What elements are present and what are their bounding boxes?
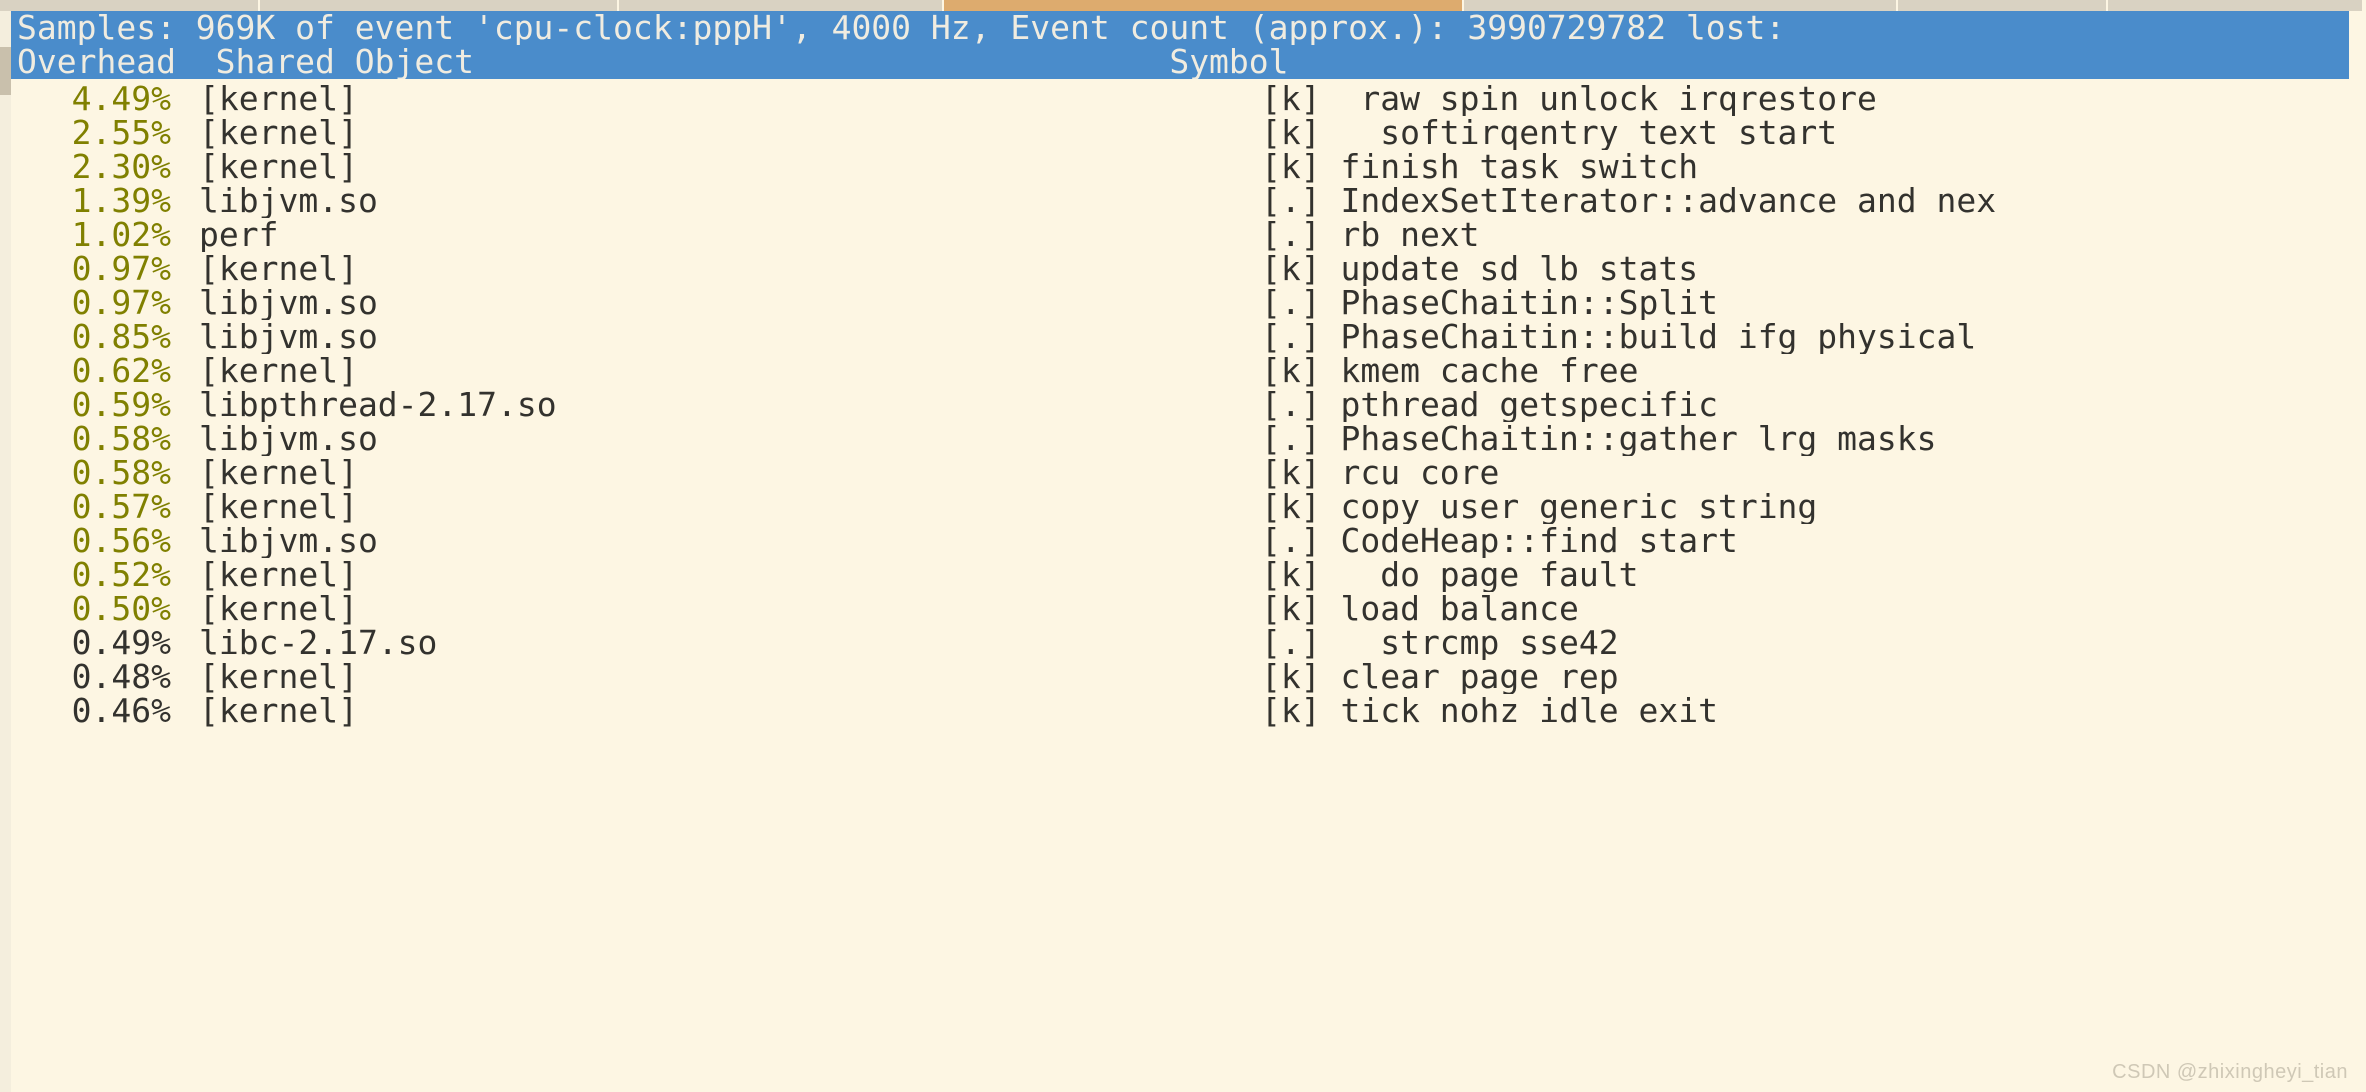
symbol-cell: [k] copy_user_generic_string — [1261, 490, 1818, 524]
symbol-cell: [k] kmem_cache_free — [1261, 354, 1639, 388]
symbol-cell: [.] IndexSetIterator::advance_and_nex — [1261, 184, 1997, 218]
symbol-cell: [.] pthread_getspecific — [1261, 388, 1718, 422]
overhead-cell: 0.97% — [71, 252, 171, 286]
terminal-tab-6[interactable] — [2108, 0, 2364, 11]
symbol-cell: [k] update_sd_lb_stats — [1261, 252, 1699, 286]
table-row[interactable]: 0.58% [kernel] [k] rcu_core — [11, 456, 2366, 490]
overhead-cell: 0.57% — [71, 490, 171, 524]
table-row[interactable]: 2.55% [kernel] [k] __softirqentry_text_sta… — [11, 116, 2366, 150]
symbol-cell: [k] __do_page_fault — [1261, 558, 1639, 592]
symbol-cell: [k] rcu_core — [1261, 456, 1500, 490]
table-row[interactable]: 0.58% libjvm.so [.] PhaseChaitin::gather_l… — [11, 422, 2366, 456]
shared-object-cell: [kernel] — [199, 354, 358, 388]
shared-object-cell: [kernel] — [199, 150, 358, 184]
shared-object-cell: libjvm.so — [199, 422, 378, 456]
scrollbar-thumb[interactable] — [0, 47, 11, 95]
shared-object-cell: libjvm.so — [199, 286, 378, 320]
shared-object-cell: [kernel] — [199, 116, 358, 150]
table-row[interactable]: 0.48% [kernel] [k] clear_page_rep — [11, 660, 2366, 694]
terminal-content: Samples: 969K of event 'cpu-clock:pppH',… — [11, 11, 2366, 1092]
overhead-cell: 2.55% — [71, 116, 171, 150]
perf-header-block: Samples: 969K of event 'cpu-clock:pppH',… — [11, 11, 2349, 79]
table-row[interactable]: 0.85% libjvm.so [.] PhaseChaitin::build_if… — [11, 320, 2366, 354]
overhead-cell: 1.02% — [71, 218, 171, 252]
table-row[interactable]: 0.50% [kernel] [k] load_balance — [11, 592, 2366, 626]
shared-object-cell: perf — [199, 218, 279, 252]
symbol-cell: [k] load_balance — [1261, 592, 1579, 626]
shared-object-cell: [kernel] — [199, 660, 358, 694]
table-row[interactable]: 0.97% libjvm.so [.] PhaseChaitin::Split — [11, 286, 2366, 320]
overhead-cell: 0.97% — [71, 286, 171, 320]
symbol-cell: [k] clear_page_rep — [1261, 660, 1619, 694]
vertical-scrollbar[interactable] — [0, 11, 11, 1092]
overhead-cell: 1.39% — [71, 184, 171, 218]
overhead-cell: 0.62% — [71, 354, 171, 388]
terminal-tab-1[interactable] — [259, 0, 620, 11]
symbol-cell: [.] rb_next — [1261, 218, 1480, 252]
overhead-cell: 4.49% — [71, 82, 171, 116]
table-row[interactable]: 0.57% [kernel] [k] copy_user_generic_strin… — [11, 490, 2366, 524]
symbol-cell: [k] tick_nohz_idle_exit — [1261, 694, 1718, 728]
table-row[interactable]: 0.59% libpthread-2.17.so [.] pthread_getsp… — [11, 388, 2366, 422]
symbol-cell: [k] _raw_spin_unlock_irqrestore — [1261, 82, 1877, 116]
overhead-cell: 0.56% — [71, 524, 171, 558]
table-row[interactable]: 1.39% libjvm.so [.] IndexSetIterator::adva… — [11, 184, 2366, 218]
symbol-cell: [.] PhaseChaitin::build_ifg_physical — [1261, 320, 1977, 354]
shared-object-cell: [kernel] — [199, 694, 358, 728]
overhead-cell: 0.49% — [71, 626, 171, 660]
shared-object-cell: libjvm.so — [199, 184, 378, 218]
overhead-cell: 0.52% — [71, 558, 171, 592]
terminal-tab-3[interactable] — [944, 0, 1464, 11]
table-row[interactable]: 4.49% [kernel] [k] _raw_spin_unlock_irqres… — [11, 82, 2366, 116]
terminal-tab-5[interactable] — [1898, 0, 2109, 11]
shared-object-cell: libjvm.so — [199, 524, 378, 558]
overhead-cell: 0.58% — [71, 456, 171, 490]
overhead-cell: 0.59% — [71, 388, 171, 422]
symbol-cell: [k] __softirqentry_text_start — [1261, 116, 1838, 150]
shared-object-cell: libpthread-2.17.so — [199, 388, 557, 422]
terminal-tab-0[interactable] — [0, 0, 260, 11]
overhead-cell: 2.30% — [71, 150, 171, 184]
table-row[interactable]: 0.46% [kernel] [k] tick_nohz_idle_exit — [11, 694, 2366, 728]
symbol-cell: [.] PhaseChaitin::gather_lrg_masks — [1261, 422, 1937, 456]
terminal-tab-bar[interactable] — [0, 0, 2366, 11]
perf-top-window: Samples: 969K of event 'cpu-clock:pppH',… — [0, 0, 2366, 1092]
shared-object-cell: libjvm.so — [199, 320, 378, 354]
shared-object-cell: [kernel] — [199, 82, 358, 116]
symbol-cell: [.] CodeHeap::find_start — [1261, 524, 1738, 558]
shared-object-cell: [kernel] — [199, 558, 358, 592]
symbol-cell: [k] finish_task_switch — [1261, 150, 1699, 184]
symbol-cell: [.] PhaseChaitin::Split — [1261, 286, 1718, 320]
shared-object-cell: [kernel] — [199, 592, 358, 626]
samples-status-line: Samples: 969K of event 'cpu-clock:pppH',… — [17, 11, 1786, 45]
shared-object-cell: [kernel] — [199, 456, 358, 490]
overhead-cell: 0.58% — [71, 422, 171, 456]
overhead-cell: 0.50% — [71, 592, 171, 626]
overhead-cell: 0.85% — [71, 320, 171, 354]
shared-object-cell: libc-2.17.so — [199, 626, 438, 660]
table-row[interactable]: 0.56% libjvm.so [.] CodeHeap::find_start — [11, 524, 2366, 558]
csdn-watermark: CSDN @zhixingheyi_tian — [2112, 1061, 2348, 1083]
column-header-row: Overhead Shared Object Symbol — [17, 45, 1289, 79]
overhead-cell: 0.46% — [71, 694, 171, 728]
table-row[interactable]: 0.52% [kernel] [k] __do_page_fault — [11, 558, 2366, 592]
shared-object-cell: [kernel] — [199, 252, 358, 286]
terminal-tab-4[interactable] — [1463, 0, 1899, 11]
symbol-cell: [.] __strcmp_sse42 — [1261, 626, 1619, 660]
table-row[interactable]: 2.30% [kernel] [k] finish_task_switch — [11, 150, 2366, 184]
table-row[interactable]: 0.49% libc-2.17.so [.] __strcmp_sse42 — [11, 626, 2366, 660]
terminal-tab-2[interactable] — [619, 0, 945, 11]
table-row[interactable]: 1.02% perf [.] rb_next — [11, 218, 2366, 252]
shared-object-cell: [kernel] — [199, 490, 358, 524]
profile-row-list: 4.49% [kernel] [k] _raw_spin_unlock_irqres… — [11, 79, 2366, 728]
overhead-cell: 0.48% — [71, 660, 171, 694]
table-row[interactable]: 0.62% [kernel] [k] kmem_cache_free — [11, 354, 2366, 388]
table-row[interactable]: 0.97% [kernel] [k] update_sd_lb_stats — [11, 252, 2366, 286]
